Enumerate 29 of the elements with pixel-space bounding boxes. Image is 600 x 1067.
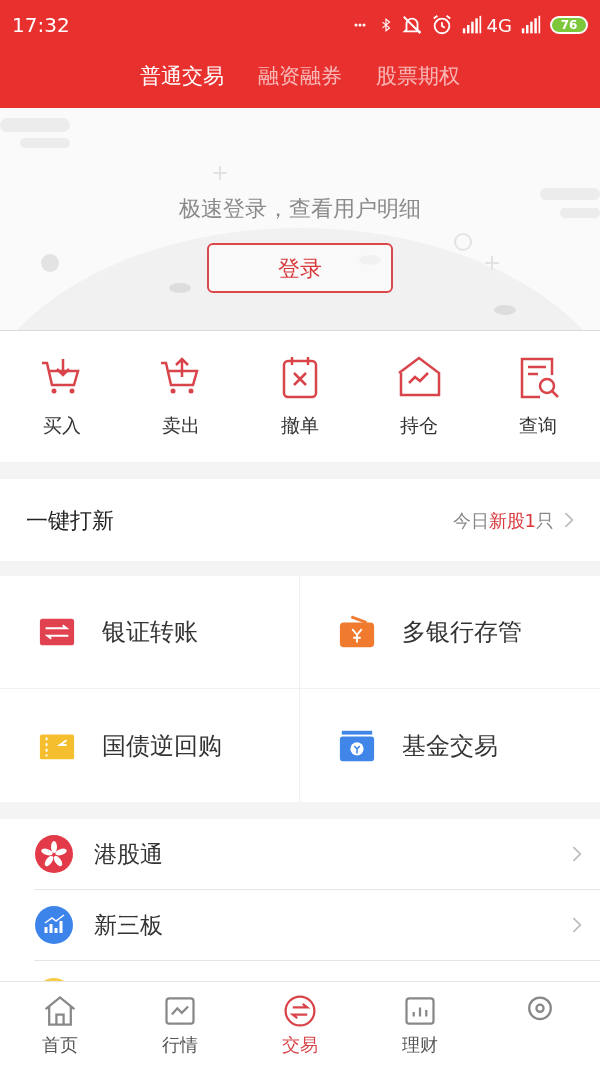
login-prompt: 极速登录，查看用户明细 [179, 195, 421, 223]
service-label[interactable]: 基金交易 [402, 727, 498, 764]
nav-tab[interactable]: 理财 [380, 992, 460, 1057]
battery-level: 76 [550, 16, 588, 34]
action-label[interactable]: 查询 [519, 411, 557, 440]
service-label[interactable]: 国债逆回购 [102, 727, 222, 764]
signal-icon [520, 15, 542, 35]
ipo-title: 一键打新 [26, 506, 114, 535]
action-label[interactable]: 买入 [43, 411, 81, 440]
muted-bell-icon [400, 14, 423, 36]
market-label[interactable]: 港股通 [94, 836, 163, 872]
action-label[interactable]: 撤单 [281, 411, 319, 440]
ipo-hint[interactable]: 今日新股1只 [452, 506, 554, 534]
nav-tab[interactable]: 交易 [260, 992, 340, 1057]
chevron-right-icon [570, 915, 582, 935]
nav-tab[interactable]: 首页 [20, 992, 100, 1057]
chevron-right-icon [562, 510, 574, 530]
nav-tab[interactable]: 行情 [140, 992, 220, 1057]
service-label[interactable]: 银证转账 [102, 614, 198, 650]
chevron-right-icon [570, 844, 582, 864]
action-label[interactable]: 卖出 [162, 411, 200, 440]
signal-icon [460, 15, 483, 35]
status-time: 17:32 [12, 12, 70, 39]
tab[interactable]: 普通交易 [140, 61, 224, 93]
market-label[interactable]: 新三板 [94, 907, 163, 943]
login-button[interactable]: 登录 [207, 243, 393, 293]
service-label[interactable]: 多银行存管 [402, 614, 522, 650]
action-label[interactable]: 持仓 [400, 411, 438, 440]
network-type: 4G [486, 13, 512, 38]
